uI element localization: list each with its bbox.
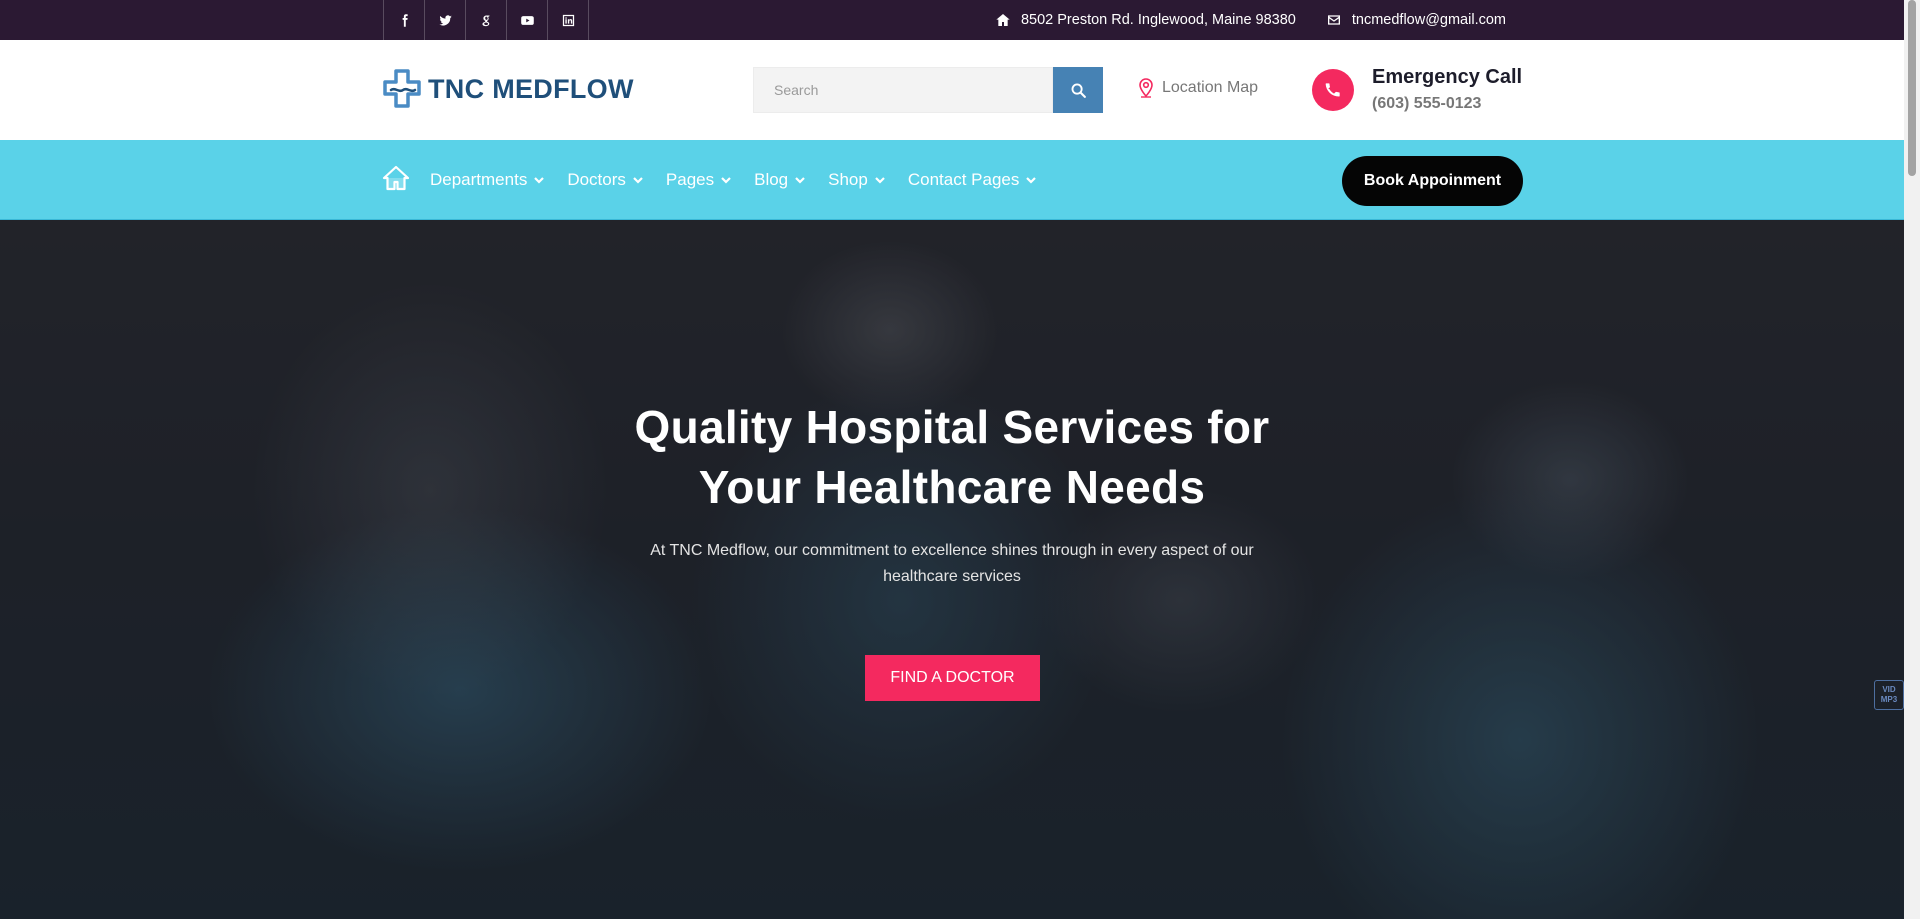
top-bar: 8502 Preston Rd. Inglewood, Maine 98380 … — [0, 0, 1904, 40]
nav-item-blog[interactable]: Blog — [754, 170, 806, 190]
site-logo[interactable]: TNC MEDFLOW — [382, 68, 634, 110]
nav-item-contact-pages[interactable]: Contact Pages — [908, 170, 1038, 190]
logo-text: TNC MEDFLOW — [428, 73, 634, 104]
hero-section: Quality Hospital Services for Your Healt… — [0, 220, 1904, 919]
facebook-icon[interactable] — [384, 0, 425, 40]
chevron-down-icon — [633, 177, 643, 184]
main-navigation: Departments Doctors Pages Blog Shop Cont… — [0, 140, 1904, 220]
map-pin-icon — [1139, 78, 1153, 98]
hero-title: Quality Hospital Services for Your Healt… — [0, 397, 1904, 517]
address-text: 8502 Preston Rd. Inglewood, Maine 98380 — [1020, 12, 1296, 28]
home-icon — [996, 14, 1010, 26]
social-links — [383, 0, 589, 40]
nav-item-doctors[interactable]: Doctors — [567, 170, 644, 190]
page-scrollbar[interactable] — [1904, 0, 1920, 919]
nav-item-label: Shop — [828, 170, 868, 189]
nav-item-shop[interactable]: Shop — [828, 170, 886, 190]
emergency-phone-number[interactable]: (603) 555-0123 — [1372, 95, 1481, 113]
search-form — [753, 67, 1103, 113]
emergency-call-title: Emergency Call — [1372, 66, 1523, 88]
nav-item-label: Pages — [665, 170, 715, 189]
hero-title-line-1: Quality Hospital Services for — [634, 401, 1270, 453]
home-nav-icon[interactable] — [382, 164, 410, 192]
location-map-label[interactable]: Location Map — [1162, 79, 1258, 97]
hero-subtitle: At TNC Medflow, our commitment to excell… — [650, 542, 1254, 585]
nav-item-label: Doctors — [567, 170, 626, 189]
hero-title-line-2: Your Healthcare Needs — [698, 461, 1206, 513]
mail-icon — [1327, 15, 1340, 25]
top-contact-info: 8502 Preston Rd. Inglewood, Maine 98380 … — [995, 0, 1506, 40]
badge-line-1: VID — [1882, 685, 1896, 694]
nav-item-label: Departments — [430, 170, 528, 189]
badge-line-2: MP3 — [1880, 695, 1898, 704]
google-icon[interactable] — [466, 0, 507, 40]
nav-item-label: Blog — [754, 170, 789, 189]
chevron-down-icon — [795, 177, 805, 184]
video-download-badge[interactable]: VID MP3 — [1874, 680, 1904, 710]
chevron-down-icon — [1026, 177, 1037, 184]
chevron-down-icon — [721, 177, 731, 184]
medical-cross-logo-icon — [383, 69, 421, 108]
search-input[interactable] — [753, 67, 1053, 113]
search-icon — [1071, 83, 1086, 98]
email-item[interactable]: tncmedflow@gmail.com — [1326, 12, 1506, 28]
address-item: 8502 Preston Rd. Inglewood, Maine 98380 — [995, 12, 1296, 28]
scrollbar-thumb[interactable] — [1908, 0, 1916, 176]
email-text[interactable]: tncmedflow@gmail.com — [1352, 12, 1506, 28]
nav-item-label: Contact Pages — [907, 170, 1020, 189]
search-button[interactable] — [1053, 67, 1103, 113]
site-header: TNC MEDFLOW Location Map Emergency Call … — [0, 40, 1904, 140]
youtube-icon[interactable] — [507, 0, 548, 40]
book-appointment-button[interactable]: Book Appoinment — [1342, 156, 1523, 206]
nav-menu: Departments Doctors Pages Blog Shop Cont… — [430, 140, 1037, 220]
location-map-link[interactable]: Location Map — [1138, 78, 1258, 98]
linkedin-icon[interactable] — [548, 0, 589, 40]
find-a-doctor-button[interactable]: FIND A DOCTOR — [865, 655, 1040, 701]
chevron-down-icon — [875, 177, 885, 184]
twitter-icon[interactable] — [425, 0, 466, 40]
nav-item-departments[interactable]: Departments — [430, 170, 545, 190]
emergency-phone-icon[interactable] — [1312, 69, 1354, 111]
nav-item-pages[interactable]: Pages — [666, 170, 732, 190]
chevron-down-icon — [534, 177, 545, 184]
